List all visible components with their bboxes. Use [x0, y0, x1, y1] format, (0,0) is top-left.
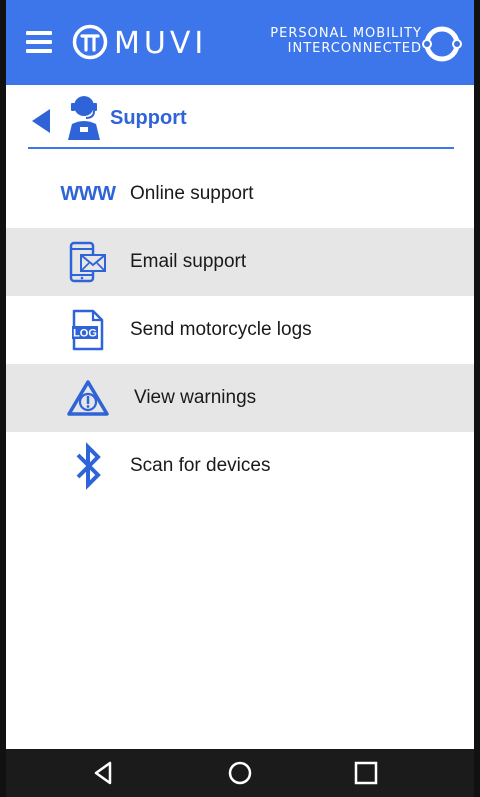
back-nav-icon[interactable] [90, 759, 118, 787]
log-file-icon: LOG [60, 296, 116, 364]
warning-triangle-icon [60, 364, 116, 432]
support-agent-icon [68, 94, 100, 140]
recents-nav-icon[interactable] [352, 759, 380, 787]
connection-status-icon[interactable] [422, 24, 462, 64]
phone-screen: MUVI PERSONAL MOBILITY INTERCONNECTED Su… [0, 0, 480, 797]
tagline-line-2: INTERCONNECTED [287, 41, 422, 56]
menu-item-label: Send motorcycle logs [130, 319, 312, 340]
menu-item-label: Scan for devices [130, 455, 271, 476]
tagline: PERSONAL MOBILITY INTERCONNECTED [270, 26, 422, 56]
back-arrow-icon[interactable] [30, 107, 52, 135]
bluetooth-icon [60, 432, 116, 500]
logo-text: MUVI [114, 26, 208, 61]
tagline-line-1: PERSONAL MOBILITY [270, 26, 422, 41]
menu-item-label: Online support [130, 183, 254, 204]
menu-item-label: Email support [130, 251, 247, 272]
menu-item-scan-devices[interactable]: Scan for devices [6, 432, 474, 500]
support-menu-list: WWW Online support Email support LOG Sen… [6, 160, 474, 500]
home-nav-icon[interactable] [226, 759, 254, 787]
menu-item-email-support[interactable]: Email support [6, 228, 474, 296]
www-icon: WWW [60, 160, 116, 228]
menu-item-label: View warnings [134, 387, 257, 408]
hamburger-menu-icon[interactable] [26, 31, 52, 53]
log-icon-text: LOG [73, 328, 97, 340]
muvi-logo-icon [72, 24, 108, 60]
app-bar: MUVI PERSONAL MOBILITY INTERCONNECTED [6, 0, 474, 85]
page-header: Support [6, 85, 474, 151]
menu-item-online-support[interactable]: WWW Online support [6, 160, 474, 228]
header-divider [28, 147, 454, 149]
system-nav-bar [6, 749, 474, 797]
email-phone-icon [60, 228, 116, 296]
www-icon-text: WWW [60, 182, 116, 205]
page-title: Support [110, 107, 187, 129]
menu-item-send-logs[interactable]: LOG Send motorcycle logs [6, 296, 474, 364]
menu-item-view-warnings[interactable]: View warnings [6, 364, 474, 432]
